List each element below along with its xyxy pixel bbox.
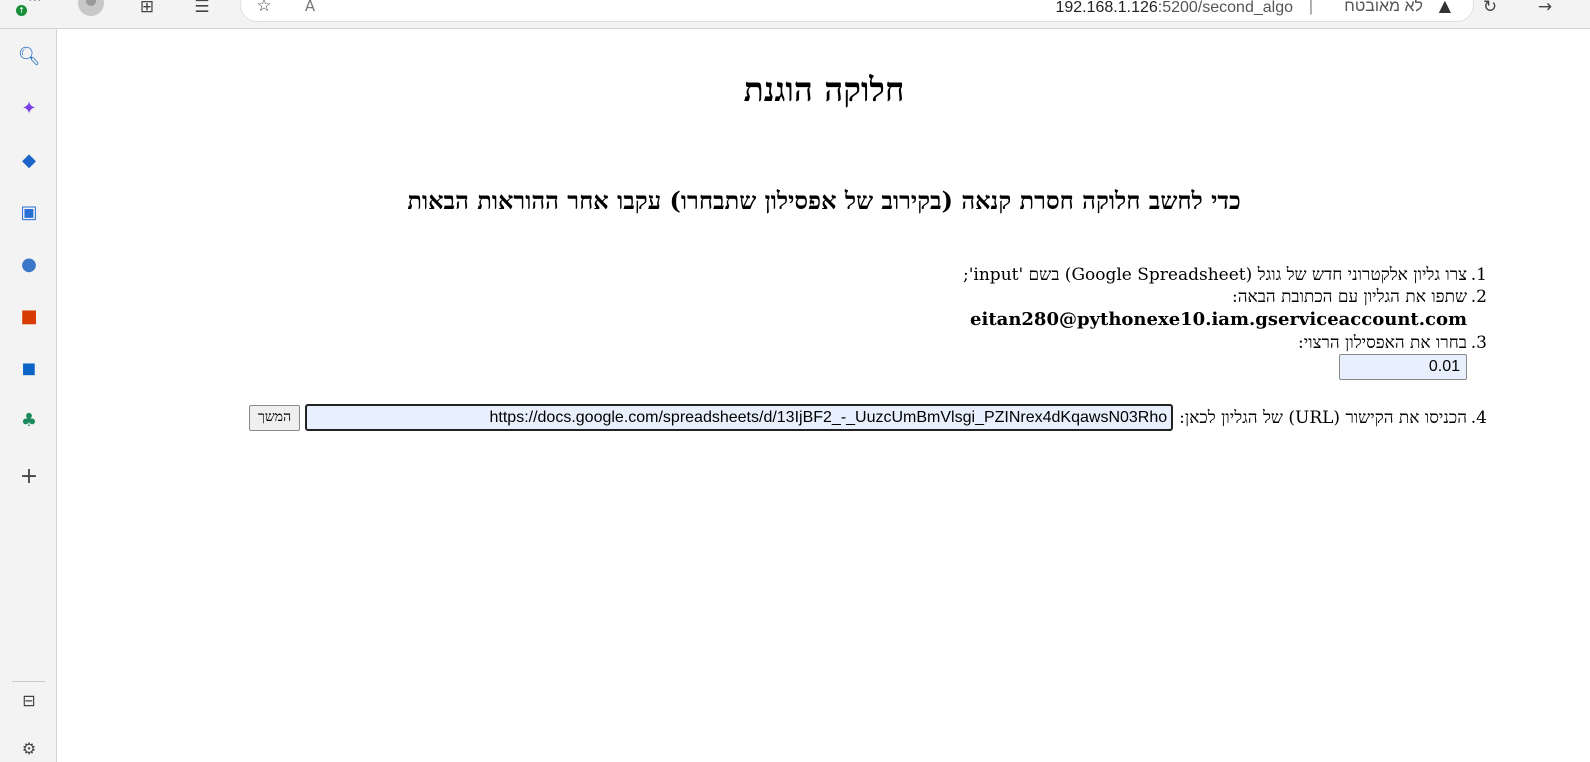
service-account-email: eitan280@pythonexe10.iam.gserviceaccount…	[970, 309, 1467, 330]
games-icon[interactable]: ●	[16, 251, 42, 277]
page-subtitle: כדי לחשב חלוקה חסרת קנאה (בקירוב של אפסי…	[407, 186, 1241, 215]
continue-button[interactable]: המשך	[249, 404, 301, 431]
step-2: 2.שתפו את הגליון עם הכתובת הבאה:	[187, 286, 1487, 308]
step-1: 1.צרו גליון אלקטרוני חדש של גוגל (Google…	[187, 264, 1487, 286]
step-number: 1.	[1470, 265, 1487, 285]
step-3: 3.בחרו את האפסילון הרצוי:	[187, 332, 1487, 354]
tree-icon[interactable]: ♣	[16, 407, 42, 433]
address-url[interactable]: 192.168.1.126:5200/second_algo	[1055, 0, 1293, 17]
read-aloud-icon[interactable]: A	[297, 0, 323, 19]
address-host: 192.168.1.126	[1055, 0, 1158, 16]
settings-icon[interactable]: ⚙	[16, 735, 42, 761]
outlook-icon[interactable]: ◼	[16, 355, 42, 381]
step-text: שתפו את הגליון עם הכתובת הבאה:	[1231, 287, 1467, 307]
epsilon-input[interactable]	[1339, 354, 1467, 380]
profile-icon[interactable]	[78, 0, 104, 16]
step-text: צרו גליון אלקטרוני חדש של גוגל (Google S…	[963, 265, 1467, 285]
more-icon[interactable]: ⋯	[28, 0, 42, 8]
new-tab-icon[interactable]: ⊞	[134, 0, 160, 20]
warning-icon[interactable]: ▲	[1439, 0, 1451, 15]
sidebar-divider	[12, 681, 45, 682]
step-4: 4. הכניסו את הקישור (URL) של הגליון לכאן:…	[187, 404, 1487, 431]
shopping-icon[interactable]: ◆	[16, 147, 42, 173]
instructions-list: 1.צרו גליון אלקטרוני חדש של גוגל (Google…	[187, 264, 1487, 431]
address-separator: |	[1308, 0, 1313, 15]
collections-icon[interactable]: ☰	[189, 0, 215, 20]
address-path: :5200/second_algo	[1157, 0, 1293, 16]
search-icon[interactable]: 🔍︎	[16, 43, 42, 69]
profile-badge-icon[interactable]: ↑	[16, 5, 27, 16]
forward-icon[interactable]: →	[1532, 0, 1558, 20]
browser-sidebar: 🔍︎ ✦ ◆ ▣ ● ■ ◼ ♣ + ⊟ ⚙	[0, 29, 57, 762]
favorites-icon[interactable]: ☆	[251, 0, 277, 19]
copilot-icon[interactable]: ✦	[16, 95, 42, 121]
step-number: 2.	[1470, 287, 1487, 307]
browser-toolbar: ↑ ⋯ ⊞ ☰ ☆ A 192.168.1.126:5200/second_al…	[0, 0, 1590, 29]
security-status-label[interactable]: לא מאובטח	[1344, 0, 1423, 16]
page-title: חלוקה הוגנת	[743, 70, 905, 109]
step-text: בחרו את האפסילון הרצוי:	[1298, 333, 1467, 353]
step-number: 3.	[1470, 333, 1487, 353]
page-content: חלוקה הוגנת כדי לחשב חלוקה חסרת קנאה (בק…	[58, 30, 1590, 762]
tools-icon[interactable]: ▣	[16, 199, 42, 225]
epsilon-wrapper	[187, 354, 1487, 384]
refresh-icon[interactable]: ↻	[1477, 0, 1503, 20]
spreadsheet-url-input[interactable]	[305, 404, 1174, 431]
office-icon[interactable]: ■	[16, 303, 42, 329]
step-text: הכניסו את הקישור (URL) של הגליון לכאן:	[1179, 407, 1467, 428]
add-icon[interactable]: +	[16, 463, 42, 489]
address-bar[interactable]: ☆ A 192.168.1.126:5200/second_algo | לא …	[240, 0, 1474, 22]
step-number: 4.	[1470, 407, 1487, 428]
sidebar-collapse-icon[interactable]: ⊟	[16, 687, 42, 713]
